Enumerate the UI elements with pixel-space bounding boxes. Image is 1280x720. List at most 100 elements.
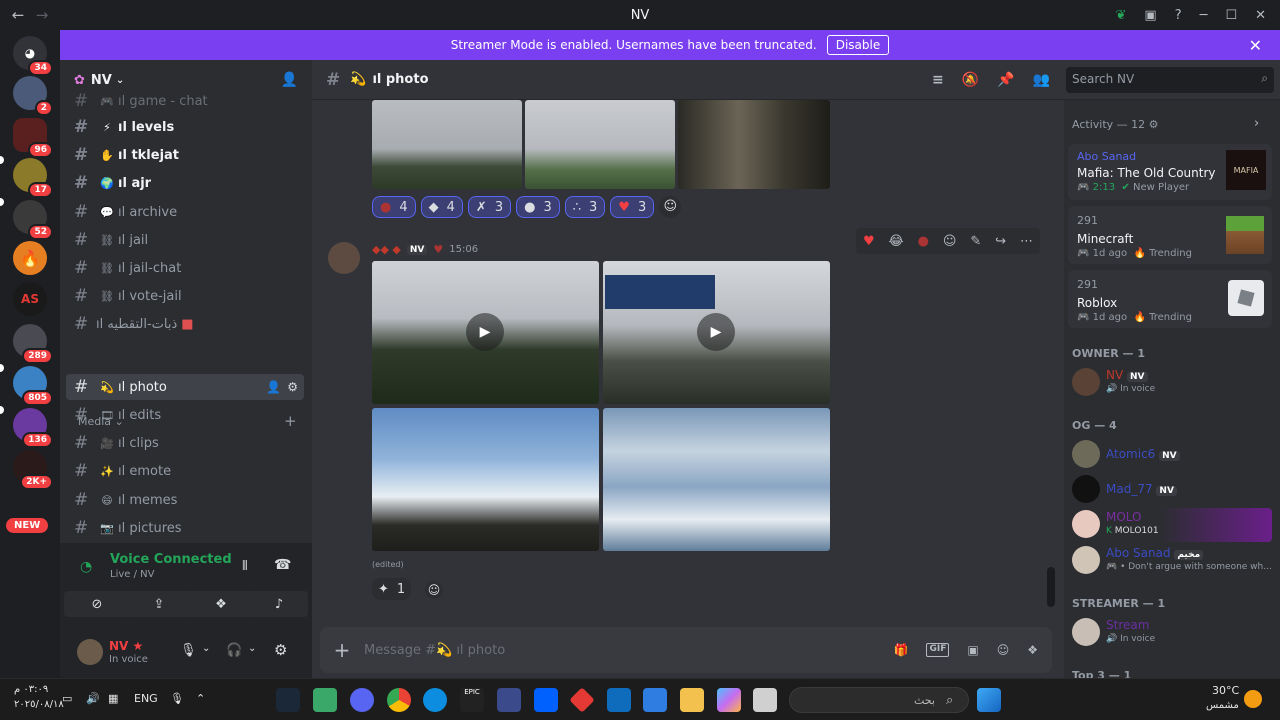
weather-temp[interactable]: 30°C [1212,684,1239,697]
chevron-down-icon[interactable]: ⌄ [202,643,210,654]
server-icon[interactable]: 52 [13,200,53,240]
channel-arabic[interactable]: # ıl ذبات-التقطيه ■ [66,311,304,337]
server-icon[interactable]: 96 [13,118,53,158]
image-attachment[interactable] [603,408,830,551]
upload-button[interactable]: + [320,638,364,662]
disable-button[interactable]: Disable [826,35,890,55]
channel-edits[interactable]: # 🎞 ıl edits [66,402,304,428]
microphone-icon[interactable]: 🎙 [180,643,197,658]
store-icon[interactable] [643,688,667,712]
channel-ajr[interactable]: # 🌍 ıl ajr [66,170,304,196]
channel-photo[interactable]: # 💫 ıl photo 👤 ⚙ [66,374,304,400]
microphone-icon[interactable]: 🎙 [170,692,184,705]
taskbar-search[interactable]: ⌕ بحث [789,687,969,713]
steam-icon[interactable] [276,688,300,712]
copilot-icon[interactable] [717,688,741,712]
channel-memes[interactable]: # 😄 ıl memes [66,487,304,513]
forward-icon[interactable]: ↪ [995,234,1006,249]
battery-icon[interactable]: ▭ [62,692,72,705]
member-item[interactable]: Abo Sanad مخيم 🎮 • Don't argue with some… [1068,544,1272,578]
new-servers-badge[interactable]: NEW [6,518,49,533]
pin-icon[interactable]: 📌 [997,72,1014,88]
add-member-icon[interactable]: 👤 [281,72,298,88]
chevron-up-icon[interactable]: ⌃ [196,692,205,705]
chat-scrollbar[interactable] [1047,567,1055,607]
app-icon[interactable] [569,687,595,713]
image-attachment[interactable] [678,100,830,189]
author-name[interactable]: ◆◆ ◆ [372,243,401,256]
epic-games-icon[interactable]: EPIC [460,688,484,712]
weather-label[interactable]: مشمس [1206,700,1239,711]
server-icon[interactable]: 805 [13,366,53,406]
maximize-button[interactable]: ☐ [1225,8,1237,23]
headphones-icon[interactable]: 🎧 [226,643,242,658]
network-icon[interactable]: ▦ [108,692,118,705]
add-reaction-icon[interactable]: ☺ [943,234,957,249]
reaction[interactable]: ● 4 [372,196,416,218]
video-attachment[interactable]: ▶ [372,261,599,404]
channel-tklejat[interactable]: # ✋ ıl tklejat [66,142,304,168]
author-avatar[interactable] [328,242,360,274]
server-icon[interactable]: 🔥 [13,241,47,275]
add-reaction-icon[interactable]: ☺ [659,196,682,218]
activity-header[interactable]: Activity — 12 ⚙ [1072,118,1159,131]
channel-pictures[interactable]: # 📷 ıl pictures [66,515,304,541]
gear-icon[interactable]: ⚙ [274,641,287,659]
noise-suppression-icon[interactable]: ⦀ [242,559,248,574]
channel-levels[interactable]: # ⚡ ıl levels [66,114,304,140]
invite-icon[interactable]: 👤 [266,380,281,394]
date[interactable]: ٢٠٢٥/٠٨/١٨ [14,699,64,710]
forward-button[interactable]: → [30,6,54,24]
close-button[interactable]: ✕ [1255,8,1266,23]
channel-vote-jail[interactable]: # ⛓ ıl vote-jail [66,283,304,309]
apps-icon[interactable]: ❖ [1027,643,1038,657]
voice-channel-label[interactable]: Live / NV [110,569,154,580]
server-icon[interactable]: 289 [13,324,53,364]
laugh-icon[interactable]: 😂 [889,234,904,249]
server-icon[interactable]: 2 [13,76,53,116]
reaction[interactable]: ✗ 3 [467,196,512,218]
camera-off-button[interactable]: ⊘ [64,591,130,617]
avatar[interactable] [77,639,103,665]
member-item[interactable]: Stream 🔊 In voice [1068,616,1272,650]
leaf-icon[interactable]: ❦ [1116,8,1127,23]
disconnect-icon[interactable]: ☎ [274,557,291,573]
edge-icon[interactable] [423,688,447,712]
reaction[interactable]: ✦ 1 [372,578,412,600]
file-explorer-icon[interactable] [680,688,704,712]
member-item[interactable]: Atomic6 NV [1068,438,1272,472]
edit-icon[interactable]: ✎ [970,234,981,249]
app-icon[interactable] [497,688,521,712]
more-icon[interactable]: ⋯ [1020,234,1033,249]
back-button[interactable]: ← [6,6,30,24]
weather-icon[interactable] [1244,690,1262,708]
channel-game-chat[interactable]: # 🎮 ıl game - chat [66,88,304,114]
image-attachment[interactable] [372,100,522,189]
channel-jail-chat[interactable]: # ⛓ ıl jail-chat [66,255,304,281]
app-icon[interactable] [313,688,337,712]
member-list-icon[interactable]: 👥 [1033,72,1050,88]
activities-button[interactable]: ❖ [188,591,254,617]
reaction[interactable]: ∴ 3 [564,196,606,218]
emoji-icon[interactable]: ☺ [997,643,1010,657]
play-icon[interactable]: ▶ [697,313,735,351]
clock[interactable]: ٠٣:٠٩ م [14,684,48,695]
app-icon[interactable] [753,688,777,712]
activity-card[interactable]: Abo Sanad Mafia: The Old Country 🎮 2:13 … [1068,144,1272,200]
soundboard-button[interactable]: ♪ [250,591,308,617]
gif-button[interactable]: GIF [926,643,950,657]
minimize-button[interactable]: ─ [1200,8,1208,23]
image-attachment[interactable] [525,100,675,189]
member-item[interactable]: Mad_77 NV [1068,473,1272,507]
heart-icon[interactable]: ♥ [863,234,875,249]
activity-card[interactable]: 291 Roblox 🎮 1d ago 🔥 Trending [1068,270,1272,328]
language-indicator[interactable]: ENG [134,692,158,705]
play-icon[interactable]: ▶ [466,313,504,351]
chevron-right-icon[interactable]: › [1254,116,1259,131]
reaction[interactable]: ◆ 4 [420,196,463,218]
message-input[interactable]: Message #💫 ıl photo [364,643,505,658]
threads-icon[interactable]: ≡ [932,72,944,88]
discord-home-icon[interactable]: ◕ 34 [13,36,53,76]
windows-start-icon[interactable] [977,688,1001,712]
search-input[interactable]: Search NV ⌕ [1066,67,1274,93]
